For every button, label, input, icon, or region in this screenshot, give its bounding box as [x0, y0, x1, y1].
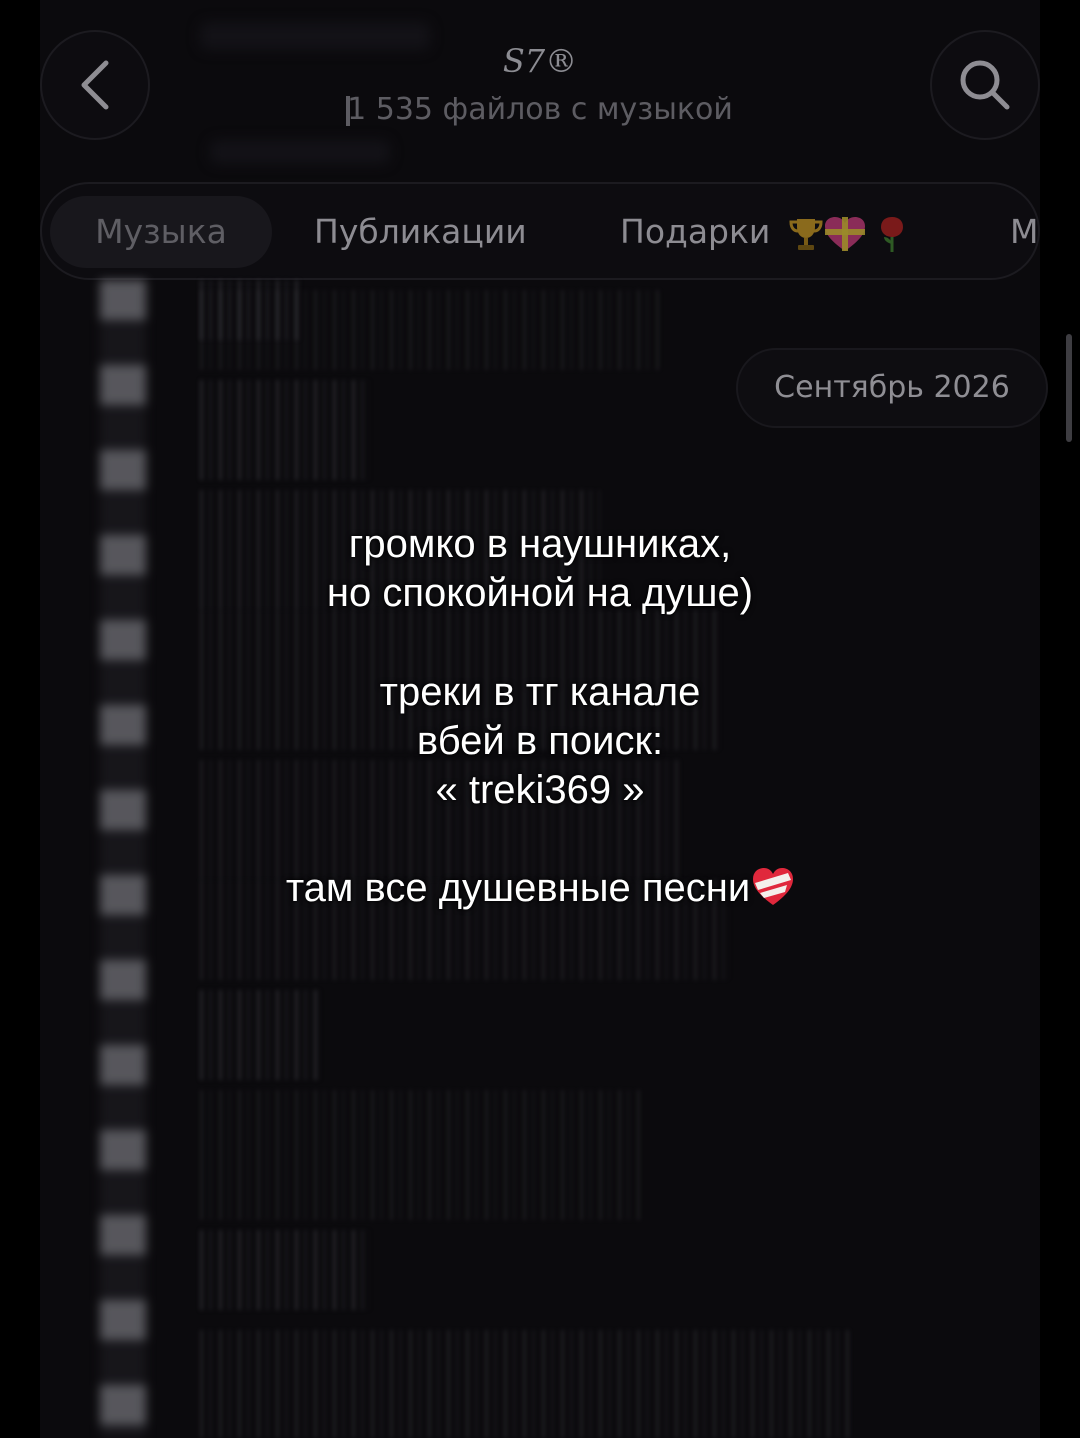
chat-subtitle: 1 535 файлов с музыкой	[347, 92, 733, 127]
bandaged-heart-icon	[753, 868, 794, 905]
caption-line: громко в наушниках,	[348, 522, 732, 566]
back-button[interactable]	[40, 30, 150, 140]
heart-gift-icon	[824, 216, 865, 251]
blurred-message	[200, 290, 660, 370]
blurred-message	[200, 990, 320, 1080]
overlay-caption: там все душевные песни	[180, 864, 900, 913]
caption-line: треки в тг канале	[379, 670, 701, 714]
blurred-avatar-column	[100, 280, 146, 1438]
caption-line: но спокойной на душе)	[326, 571, 754, 615]
tab-gifts[interactable]: Подарки	[620, 196, 907, 268]
blurred-message	[200, 380, 370, 480]
tab-more[interactable]: М	[1010, 196, 1038, 268]
blurred-message	[200, 1090, 640, 1220]
tab-music[interactable]: Музыка	[50, 196, 272, 268]
search-button[interactable]	[930, 30, 1040, 140]
scrollbar[interactable]	[1066, 334, 1072, 442]
chevron-left-icon	[81, 60, 109, 110]
blurred-header-ghost	[210, 140, 390, 164]
blurred-message	[200, 1230, 370, 1310]
caption-line: там все душевные песни	[285, 866, 751, 910]
tab-gifts-label: Подарки	[620, 212, 771, 251]
overlay-caption: громко в наушниках, но спокойной на душе…	[180, 520, 900, 618]
tab-publications[interactable]: Публикации	[314, 196, 527, 268]
caption-line-with-heart: там все душевные песни	[180, 864, 900, 913]
caption-line: « treki369 »	[435, 768, 645, 812]
blurred-message	[200, 1330, 850, 1438]
chat-title: S7®	[502, 42, 578, 80]
overlay-caption: треки в тг канале вбей в поиск: « treki3…	[180, 668, 900, 815]
trophy-icon	[789, 218, 823, 250]
search-icon	[960, 60, 1010, 110]
caption-line: вбей в поиск:	[416, 719, 664, 763]
month-divider: Сентябрь 2026	[736, 348, 1048, 428]
rose-icon	[880, 216, 903, 252]
media-tabs: Музыка Публикации Подарки М	[40, 182, 1040, 280]
